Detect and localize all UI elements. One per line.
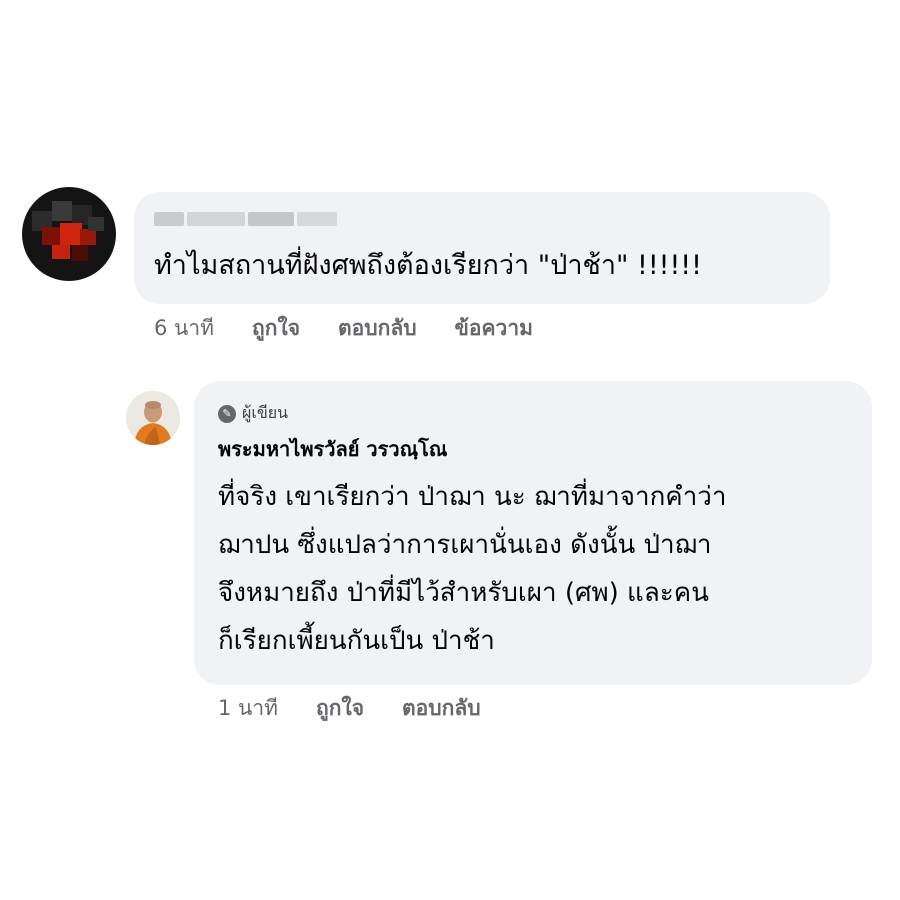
reply-text: ที่จริง เขาเรียกว่า ป่าฌา นะ ฌาที่มาจากค…: [218, 473, 727, 665]
pen-icon: ✎: [218, 404, 236, 423]
reply-timestamp[interactable]: 1 นาที: [218, 692, 278, 725]
reply-actions: 1 นาที ถูกใจ ตอบกลับ: [218, 692, 481, 725]
reply-bubble: ✎ ผู้เขียน พระมหาไพรวัลย์ วรวณฺโณ ที่จริ…: [194, 381, 872, 685]
avatar-pixel: [80, 229, 96, 245]
author-badge-label: ผู้เขียน: [242, 403, 289, 422]
author-badge: ✎ ผู้เขียน: [218, 401, 288, 426]
commenter-name-blurred[interactable]: [154, 208, 344, 230]
reply-author-name[interactable]: พระมหาไพรวัลย์ วรวณฺโณ: [218, 433, 447, 465]
avatar-pixel: [88, 217, 104, 231]
avatar-pixel: [60, 223, 82, 245]
avatar-pixel: [72, 245, 88, 261]
blur-block: [297, 212, 337, 226]
avatar-pixel: [52, 245, 70, 259]
message-button[interactable]: ข้อความ: [455, 312, 533, 345]
author-avatar[interactable]: [126, 391, 180, 445]
comment-actions: 6 นาที ถูกใจ ตอบกลับ ข้อความ: [154, 312, 533, 345]
blur-block: [154, 212, 184, 226]
comment-text: ทำไมสถานที่ฝังศพถึงต้องเรียกว่า "ป่าช้า"…: [154, 250, 702, 281]
monk-avatar-icon: [126, 391, 180, 445]
avatar-pixel: [52, 201, 72, 221]
reply-text-line: จึงหมายถึง ป่าที่มีไว้สำหรับเผา (ศพ) และ…: [218, 578, 709, 608]
comment-thread: ทำไมสถานที่ฝังศพถึงต้องเรียกว่า "ป่าช้า"…: [0, 0, 900, 900]
like-button[interactable]: ถูกใจ: [252, 312, 300, 345]
reply-text-line: ก็เรียกเพี้ยนกันเป็น ป่าช้า: [218, 626, 495, 656]
reply-button[interactable]: ตอบกลับ: [402, 692, 481, 725]
reply-text-line: ที่จริง เขาเรียกว่า ป่าฌา นะ ฌาที่มาจากค…: [218, 482, 727, 512]
blur-block: [187, 212, 245, 226]
commenter-avatar[interactable]: [22, 187, 116, 281]
comment-timestamp[interactable]: 6 นาที: [154, 312, 214, 345]
comment-bubble: ทำไมสถานที่ฝังศพถึงต้องเรียกว่า "ป่าช้า"…: [134, 192, 830, 304]
blur-block: [248, 212, 294, 226]
avatar-pixel: [42, 227, 62, 245]
like-button[interactable]: ถูกใจ: [316, 692, 364, 725]
reply-text-line: ฌาปน ซึ่งแปลว่าการเผานั่นเอง ดังนั้น ป่า…: [218, 530, 712, 560]
reply-button[interactable]: ตอบกลับ: [338, 312, 417, 345]
